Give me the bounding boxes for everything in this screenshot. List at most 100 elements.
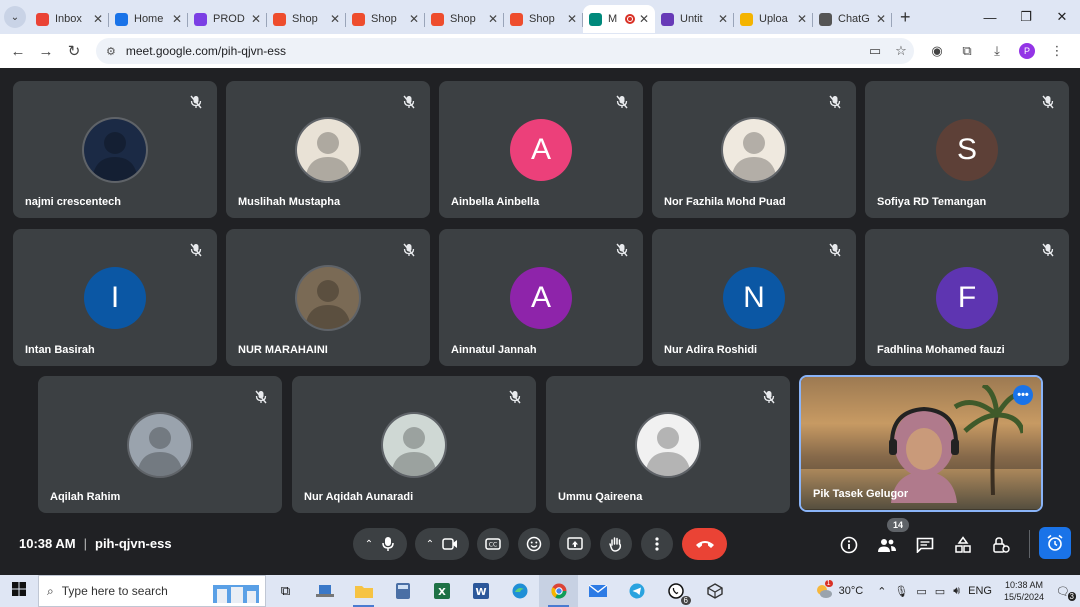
mic-muted-icon xyxy=(400,93,418,111)
taskbar-app-laptop[interactable] xyxy=(305,575,344,607)
participant-tile[interactable]: N Nur Adira Roshidi xyxy=(652,229,856,366)
close-tab-icon[interactable]: ✕ xyxy=(876,12,886,26)
captions-button[interactable]: CC xyxy=(477,528,509,560)
participant-tile[interactable]: Nor Fazhila Mohd Puad xyxy=(652,81,856,218)
browser-tab[interactable]: ChatG ✕ xyxy=(813,5,892,33)
meeting-details-button[interactable] xyxy=(836,532,862,558)
taskbar-search-box[interactable]: ⌕ Type here to search xyxy=(38,575,266,607)
participant-tile[interactable]: A Ainnatul Jannah xyxy=(439,229,643,366)
close-tab-icon[interactable]: ✕ xyxy=(409,12,419,26)
browser-tab[interactable]: Untit ✕ xyxy=(655,5,734,33)
chat-button[interactable] xyxy=(912,532,938,558)
browser-tab[interactable]: Shop ✕ xyxy=(504,5,583,33)
microphone-icon[interactable] xyxy=(381,536,395,552)
camera-in-use-icon[interactable]: ▭ xyxy=(862,43,888,59)
taskbar-word[interactable]: W xyxy=(461,575,500,607)
tray-volume-icon[interactable]: 🔊︎ xyxy=(953,585,960,598)
tray-battery-icon[interactable]: ▭ xyxy=(935,585,945,598)
extension-colorful-icon[interactable]: ◉ xyxy=(922,43,952,59)
participant-tile[interactable]: NUR MARAHAINI xyxy=(226,229,430,366)
more-options-button[interactable] xyxy=(641,528,673,560)
tray-camera-icon[interactable]: ▭ xyxy=(916,585,926,598)
restore-icon[interactable]: ❐ xyxy=(1008,9,1044,25)
new-tab-button[interactable]: + xyxy=(900,7,911,28)
windows-start-button[interactable] xyxy=(0,581,38,601)
close-tab-icon[interactable]: ✕ xyxy=(172,12,182,26)
participant-tile[interactable]: Nur Aqidah Aunaradi xyxy=(292,376,536,513)
taskbar-mail[interactable] xyxy=(578,575,617,607)
taskbar-cube-app[interactable] xyxy=(695,575,734,607)
self-view-name: Pik Tasek Gelugor xyxy=(813,488,909,500)
minimize-icon[interactable]: — xyxy=(972,10,1008,25)
participant-tile[interactable]: A Ainbella Ainbella xyxy=(439,81,643,218)
close-window-icon[interactable]: ✕ xyxy=(1044,9,1080,25)
close-tab-icon[interactable]: ✕ xyxy=(567,12,577,26)
self-view-more-icon[interactable]: ••• xyxy=(1013,385,1033,405)
browser-tab[interactable]: Shop ✕ xyxy=(267,5,346,33)
taskbar-telegram[interactable] xyxy=(617,575,656,607)
close-tab-icon[interactable]: ✕ xyxy=(488,12,498,26)
omnibox[interactable]: ⚙ meet.google.com/pih-qjvn-ess ▭ ☆ xyxy=(96,38,914,64)
taskbar-clock[interactable]: 10:38 AM 15/5/2024 xyxy=(1004,579,1044,603)
notification-center-icon[interactable]: 🗨︎ 3 xyxy=(1056,585,1076,601)
keyboard-language[interactable]: ENG xyxy=(968,585,992,597)
participant-photo-avatar xyxy=(297,267,359,329)
participant-name: Nur Adira Roshidi xyxy=(664,344,758,356)
taskbar-edge[interactable] xyxy=(500,575,539,607)
people-button[interactable] xyxy=(874,532,900,558)
taskbar-calculator[interactable] xyxy=(383,575,422,607)
participant-tile[interactable]: Aqilah Rahim xyxy=(38,376,282,513)
site-info-icon[interactable]: ⚙ xyxy=(106,45,116,58)
close-tab-icon[interactable]: ✕ xyxy=(330,12,340,26)
url-text[interactable]: meet.google.com/pih-qjvn-ess xyxy=(126,44,862,58)
alarm-timer-button[interactable] xyxy=(1039,527,1071,559)
close-tab-icon[interactable]: ✕ xyxy=(639,12,649,26)
close-tab-icon[interactable]: ✕ xyxy=(718,12,728,26)
download-icon[interactable]: ⤓ xyxy=(982,43,1012,59)
participant-tile[interactable]: S Sofiya RD Temangan xyxy=(865,81,1069,218)
reactions-button[interactable] xyxy=(518,528,550,560)
mic-options-chevron-icon[interactable]: ⌃ xyxy=(365,539,373,550)
tab-title: Shop xyxy=(292,13,318,25)
activities-button[interactable] xyxy=(950,532,976,558)
leave-call-button[interactable] xyxy=(682,528,727,560)
browser-tab[interactable]: Inbox ✕ xyxy=(30,5,109,33)
browser-tab[interactable]: Shop ✕ xyxy=(425,5,504,33)
back-icon[interactable]: ← xyxy=(4,43,32,60)
close-tab-icon[interactable]: ✕ xyxy=(797,12,807,26)
browser-tab[interactable]: Home ✕ xyxy=(109,5,188,33)
camera-options-chevron-icon[interactable]: ⌃ xyxy=(426,539,434,550)
taskbar-whatsapp[interactable]: 6 xyxy=(656,575,695,607)
close-tab-icon[interactable]: ✕ xyxy=(251,12,261,26)
bookmark-star-icon[interactable]: ☆ xyxy=(888,43,914,59)
reload-icon[interactable]: ↻ xyxy=(60,42,88,60)
extensions-puzzle-icon[interactable]: ⧉ xyxy=(952,43,982,59)
weather-widget[interactable]: 1 30°C xyxy=(815,580,863,598)
browser-tab[interactable]: PROD ✕ xyxy=(188,5,267,33)
browser-tab[interactable]: M ✕ xyxy=(583,5,655,33)
telegram-icon xyxy=(629,583,644,599)
self-view-tile[interactable]: ••• Pik Tasek Gelugor xyxy=(799,375,1043,512)
browser-tab[interactable]: Shop ✕ xyxy=(346,5,425,33)
forward-icon[interactable]: → xyxy=(32,43,60,60)
raise-hand-button[interactable] xyxy=(600,528,632,560)
tray-overflow-chevron-icon[interactable]: ⌃ xyxy=(877,585,886,598)
taskbar-chrome[interactable] xyxy=(539,575,578,607)
participant-tile[interactable]: najmi crescentech xyxy=(13,81,217,218)
taskbar-excel[interactable]: X xyxy=(422,575,461,607)
present-screen-button[interactable] xyxy=(559,528,591,560)
participant-tile[interactable]: Ummu Qaireena xyxy=(546,376,790,513)
close-tab-icon[interactable]: ✕ xyxy=(93,12,103,26)
tray-mic-icon[interactable]: 🎙︎ xyxy=(894,585,908,598)
tab-search-button[interactable]: ⌄ xyxy=(4,6,26,28)
browser-tab[interactable]: Uploa ✕ xyxy=(734,5,813,33)
participant-tile[interactable]: F Fadhlina Mohamed fauzi xyxy=(865,229,1069,366)
participant-tile[interactable]: Muslihah Mustapha xyxy=(226,81,430,218)
host-controls-button[interactable] xyxy=(988,532,1014,558)
participant-tile[interactable]: I Intan Basirah xyxy=(13,229,217,366)
menu-kebab-icon[interactable]: ⋮ xyxy=(1042,43,1072,59)
camera-icon[interactable] xyxy=(442,538,458,550)
profile-avatar[interactable]: P xyxy=(1019,43,1035,59)
task-view-button[interactable]: ⧉ xyxy=(266,575,305,607)
taskbar-file-explorer[interactable] xyxy=(344,575,383,607)
